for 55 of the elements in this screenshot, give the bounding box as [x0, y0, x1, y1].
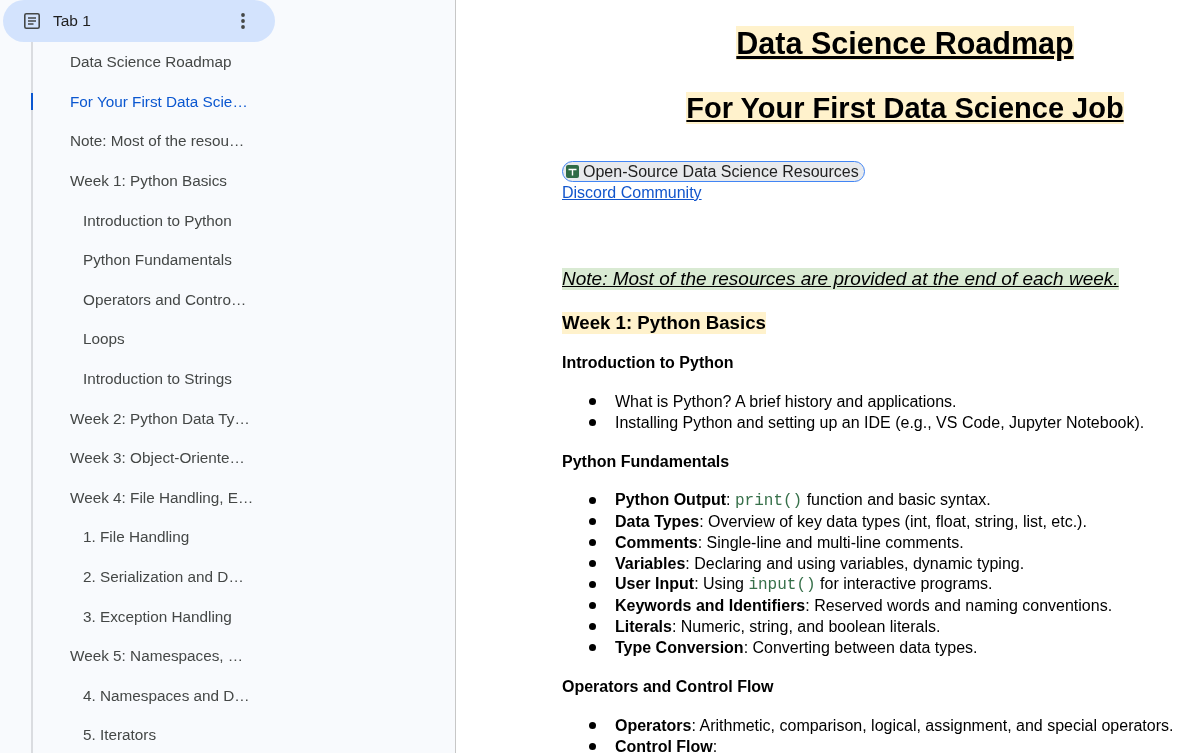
bullet-icon [589, 419, 596, 426]
list-item-text: Keywords and Identifiers: Reserved words and naming conventions. [615, 596, 1113, 616]
outline-item[interactable]: 3. Exception Handling [31, 607, 232, 625]
list-item-text: Python Output: print() function and basic syntax. [615, 490, 991, 512]
bullet-icon [589, 623, 596, 630]
list-item-text: Operators: Arithmetic, comparison, logical, assignment, and special operators. [615, 716, 1174, 736]
outline-item[interactable]: Loops [31, 330, 125, 348]
outline-item[interactable]: 5. Iterators [31, 726, 157, 744]
section-heading: Introduction to Python [562, 353, 734, 373]
week-heading: Week 1: Python Basics [562, 312, 766, 334]
list-item-text: Type Conversion: Converting between data types. [615, 638, 978, 658]
outline-item[interactable]: Week 3: Object-Oriente… [31, 449, 245, 467]
list-item-text: Literals: Numeric, string, and boolean literals. [615, 617, 941, 637]
outline-item[interactable]: Introduction to Strings [31, 370, 232, 388]
outline-item[interactable]: Note: Most of the resou… [31, 132, 245, 150]
outline-item[interactable]: Operators and Contro… [31, 290, 247, 308]
resource-chip[interactable]: Open-Source Data Science Resources [562, 161, 865, 182]
list-item-text: User Input: Using input() for interactive programs. [615, 574, 993, 596]
bullet-icon [589, 398, 596, 405]
outline-item[interactable]: Introduction to Python [31, 211, 232, 229]
bullet-icon [589, 743, 596, 750]
list-item-text: Comments: Single-line and multi-line comments. [615, 533, 964, 553]
discord-link[interactable]: Discord Community [562, 182, 702, 203]
bullet-icon [589, 581, 596, 588]
bullet-icon [589, 602, 596, 609]
list-item-text: Installing Python and setting up an IDE (e.g., VS Code, Jupyter Notebook). [615, 413, 1145, 433]
list-item-text: Data Types: Overview of key data types (int, float, string, list, etc.). [615, 512, 1087, 532]
spreadsheet-icon [566, 165, 579, 178]
more-options-icon [241, 13, 245, 29]
bullet-icon [589, 560, 596, 567]
list-item-text: Variables: Declaring and using variables, dynamic typing. [615, 554, 1025, 574]
note-text: Note: Most of the resources are provided at the end of each week. [562, 268, 1119, 290]
section-heading: Python Fundamentals [562, 452, 730, 472]
outline-item[interactable]: For Your First Data Scie… [31, 92, 248, 110]
section-heading: Operators and Control Flow [562, 677, 774, 697]
document-title: Data Science Roadmap [736, 26, 1074, 60]
outline-item[interactable]: Week 5: Namespaces, … [31, 647, 244, 665]
bullet-icon [589, 722, 596, 729]
bullet-icon [589, 539, 596, 546]
document-icon [24, 13, 40, 29]
bullet-icon [589, 497, 596, 504]
outline-item[interactable]: Data Science Roadmap [31, 53, 232, 71]
outline-item[interactable]: Week 2: Python Data Ty… [31, 409, 250, 427]
outline-item[interactable]: Week 1: Python Basics [31, 172, 227, 190]
tab[interactable]: Tab 1 [3, 0, 275, 42]
document-subtitle: For Your First Data Science Job [686, 92, 1124, 124]
bullet-icon [589, 644, 596, 651]
outline-item[interactable]: 1. File Handling [31, 528, 190, 546]
outline-item[interactable]: 2. Serialization and D… [31, 568, 244, 585]
list-item-text: Control Flow: [615, 737, 718, 753]
bullet-icon [589, 518, 596, 525]
outline-item[interactable]: Python Fundamentals [31, 251, 232, 269]
outline-item[interactable]: 4. Namespaces and D… [31, 686, 250, 704]
outline-item[interactable]: Week 4: File Handling, E… [31, 488, 254, 506]
list-item-text: What is Python? A brief history and applications. [615, 392, 957, 412]
